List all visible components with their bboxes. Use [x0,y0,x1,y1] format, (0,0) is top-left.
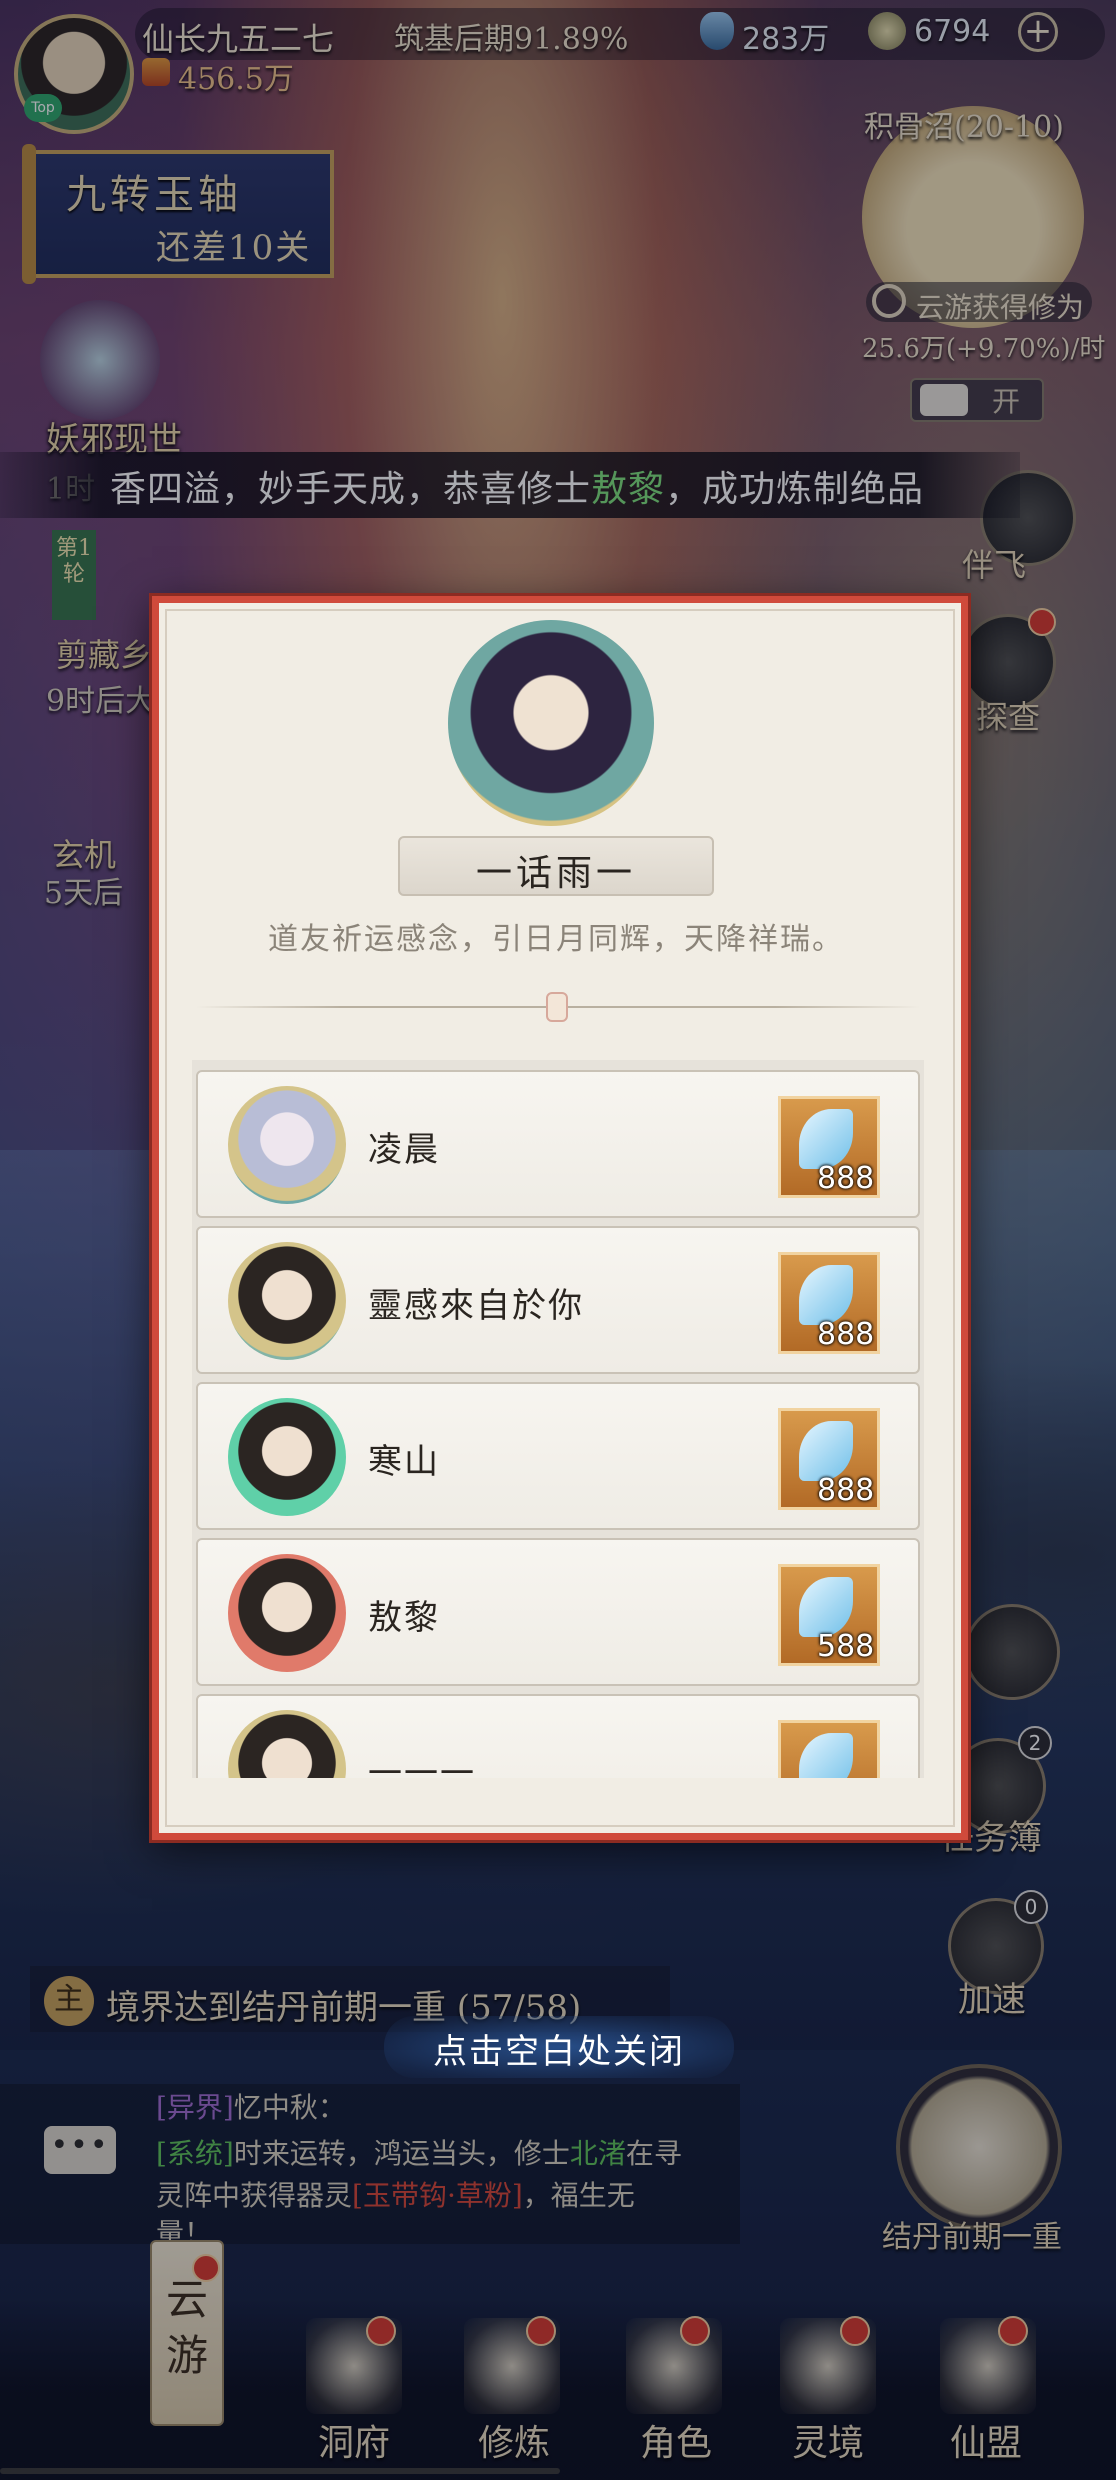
gift-item-icon[interactable]: 888 [778,1096,880,1198]
list-item-name: 寒山 [368,1442,440,1482]
close-hint-text[interactable]: 点击空白处关闭 [384,2024,734,2073]
gift-item-icon[interactable]: 588 [778,1564,880,1666]
list-item: 敖黎 588 [196,1538,920,1686]
avatar[interactable] [228,1398,346,1516]
gift-item-icon[interactable]: 888 [778,1408,880,1510]
list-item-name: 敖黎 [368,1598,440,1638]
gift-count: 888 [817,1473,875,1508]
gift-item-icon[interactable] [778,1720,880,1778]
blessing-host-avatar [448,620,654,826]
blade-icon [799,1265,853,1325]
blade-icon [799,1421,853,1481]
gift-count: 588 [817,1629,875,1664]
blessing-list[interactable]: 凌晨 888 靈感來自於你 888 寒山 888 敖黎 588 一一一 [192,1060,924,1778]
gift-item-icon[interactable]: 888 [778,1252,880,1354]
avatar[interactable] [228,1242,346,1360]
list-item-name: 靈感來自於你 [368,1286,584,1326]
list-item: 寒山 888 [196,1382,920,1530]
list-item-name: 凌晨 [368,1130,440,1170]
avatar[interactable] [228,1710,346,1778]
host-name: 一话雨一 [475,853,636,894]
gift-count: 888 [817,1161,875,1196]
blade-icon [799,1109,853,1169]
gift-count: 888 [817,1317,875,1352]
avatar[interactable] [228,1554,346,1672]
list-item: 凌晨 888 [196,1070,920,1218]
list-item: 靈感來自於你 888 [196,1226,920,1374]
blade-icon [799,1577,853,1637]
seal-ornament-icon [546,992,568,1022]
list-item: 一一一 [196,1694,920,1778]
blessing-message: 道友祈运感念，引日月同辉，天降祥瑞。 [268,922,844,957]
list-item-name: 一一一 [368,1754,476,1778]
avatar[interactable] [228,1086,346,1204]
blade-icon [799,1733,853,1778]
